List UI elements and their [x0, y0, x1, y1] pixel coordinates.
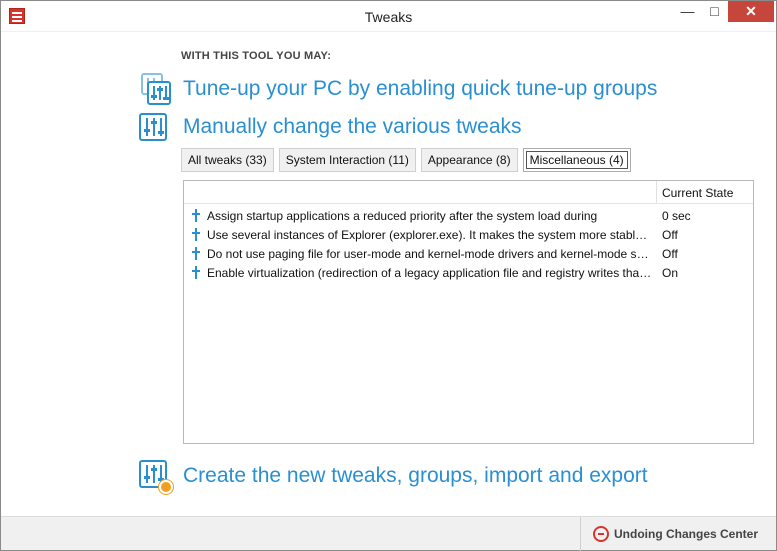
close-button[interactable]: ✕ [728, 1, 774, 22]
tweak-pin-icon [192, 209, 200, 222]
tweak-state: 0 sec [662, 209, 691, 223]
list-header: Current State [184, 181, 753, 204]
create-tweaks-label: Create the new tweaks, groups, import an… [183, 464, 648, 487]
window-title: Tweaks [364, 9, 413, 25]
tweaks-list[interactable]: Current State Assign startup application… [183, 180, 754, 444]
tweak-name: Use several instances of Explorer (explo… [207, 228, 652, 242]
tweak-state: Off [662, 228, 678, 242]
manual-tweaks-link[interactable]: Manually change the various tweaks [139, 111, 522, 143]
tweak-pin-icon [192, 228, 200, 241]
tweak-state: On [662, 266, 679, 280]
undoing-changes-center-label: Undoing Changes Center [614, 527, 759, 541]
tune-up-groups-link[interactable]: Tune-up your PC by enabling quick tune-u… [139, 73, 657, 105]
tab-appearance[interactable]: Appearance (8) [420, 148, 518, 172]
maximize-button[interactable]: □ [701, 1, 728, 22]
undo-circle-icon [593, 526, 609, 542]
manual-tweaks-label: Manually change the various tweaks [183, 115, 522, 138]
list-item[interactable]: Enable virtualization (redirection of a … [184, 263, 753, 282]
intro-subtitle: WITH THIS TOOL YOU MAY: [181, 50, 332, 62]
tab-all-tweaks[interactable]: All tweaks (33) [181, 148, 274, 172]
sliders-icon [139, 111, 171, 143]
tweak-tabs: All tweaks (33) System Interaction (11) … [181, 148, 636, 172]
tweak-name: Assign startup applications a reduced pr… [207, 209, 598, 223]
status-bar: Undoing Changes Center [1, 516, 776, 551]
tweak-pin-icon [192, 266, 200, 279]
tab-system-interaction[interactable]: System Interaction (11) [278, 148, 416, 172]
create-tweaks-link[interactable]: Create the new tweaks, groups, import an… [139, 460, 648, 494]
tune-up-groups-label: Tune-up your PC by enabling quick tune-u… [183, 77, 658, 100]
sliders-gear-icon [139, 460, 173, 494]
tab-miscellaneous[interactable]: Miscellaneous (4) [522, 148, 631, 172]
minimize-button[interactable]: — [674, 1, 701, 22]
column-divider[interactable] [656, 181, 657, 203]
title-bar[interactable]: Tweaks — □ ✕ [1, 1, 776, 32]
list-item[interactable]: Assign startup applications a reduced pr… [184, 206, 753, 225]
column-header-current-state[interactable]: Current State [662, 186, 733, 200]
list-item[interactable]: Do not use paging file for user-mode and… [184, 244, 753, 263]
tune-up-groups-icon [139, 73, 171, 105]
tweak-name: Enable virtualization (redirection of a … [207, 266, 652, 280]
gear-icon [159, 480, 173, 494]
tweak-name: Do not use paging file for user-mode and… [207, 247, 652, 261]
list-item[interactable]: Use several instances of Explorer (explo… [184, 225, 753, 244]
undoing-changes-center-button[interactable]: Undoing Changes Center [580, 517, 776, 551]
tweak-state: Off [662, 247, 678, 261]
tweak-pin-icon [192, 247, 200, 260]
tweaks-window: Tweaks — □ ✕ WITH THIS TOOL YOU MAY: Tun… [0, 0, 777, 551]
